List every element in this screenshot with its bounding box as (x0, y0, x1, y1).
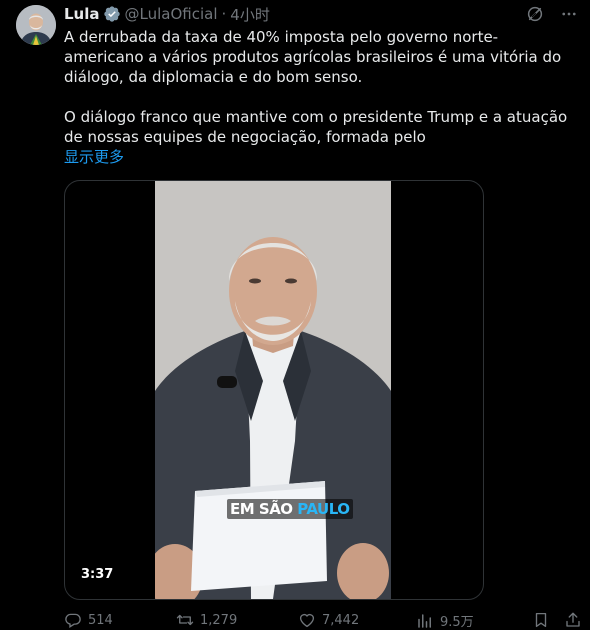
tweet-paragraph-1: A derrubada da taxa de 40% imposta pelo … (64, 28, 562, 86)
grok-icon[interactable] (526, 5, 544, 23)
video-caption-blue: PAULO (297, 500, 350, 518)
video-thumbnail (155, 181, 391, 599)
tweet-action-bar: 514 1,279 7,442 9.5万 (64, 610, 584, 630)
views-count: 9.5万 (440, 615, 474, 630)
more-icon[interactable] (560, 5, 578, 23)
video-duration: 3:37 (81, 567, 114, 582)
reply-count: 514 (88, 612, 113, 628)
avatar[interactable] (16, 5, 56, 45)
reply-icon (65, 613, 81, 628)
reply-button[interactable]: 514 (64, 611, 113, 629)
like-button[interactable]: 7,442 (298, 611, 359, 629)
views-icon (418, 613, 431, 628)
like-count: 7,442 (322, 612, 360, 628)
like-icon (299, 613, 315, 628)
share-button[interactable] (564, 611, 582, 629)
video-player[interactable]: EM SÃO PAULO 3:37 (64, 180, 484, 600)
verified-badge-icon (103, 6, 120, 22)
tweet-timestamp[interactable]: 4小时 (230, 4, 270, 25)
bookmark-icon (535, 612, 547, 628)
tweet-text: A derrubada da taxa de 40% imposta pelo … (64, 27, 572, 147)
share-icon (566, 612, 580, 627)
video-frame: EM SÃO PAULO (155, 181, 391, 599)
tweet-paragraph-2: O diálogo franco que mantive com o presi… (64, 108, 568, 146)
video-caption-white: EM SÃO (230, 500, 293, 518)
views-button[interactable]: 9.5万 (416, 611, 474, 630)
repost-icon (176, 614, 194, 626)
separator-dot: · (221, 5, 227, 23)
tweet-header: Lula @LulaOficial · 4小时 (64, 4, 270, 24)
author-name[interactable]: Lula (64, 5, 100, 23)
repost-count: 1,279 (200, 612, 238, 628)
show-more-link[interactable]: 显示更多 (64, 146, 124, 167)
avatar-image (16, 5, 56, 45)
repost-button[interactable]: 1,279 (176, 611, 237, 629)
header-actions (526, 5, 578, 23)
author-handle[interactable]: @LulaOficial (125, 5, 218, 23)
bookmark-button[interactable] (532, 611, 550, 629)
video-caption: EM SÃO PAULO (227, 499, 353, 519)
